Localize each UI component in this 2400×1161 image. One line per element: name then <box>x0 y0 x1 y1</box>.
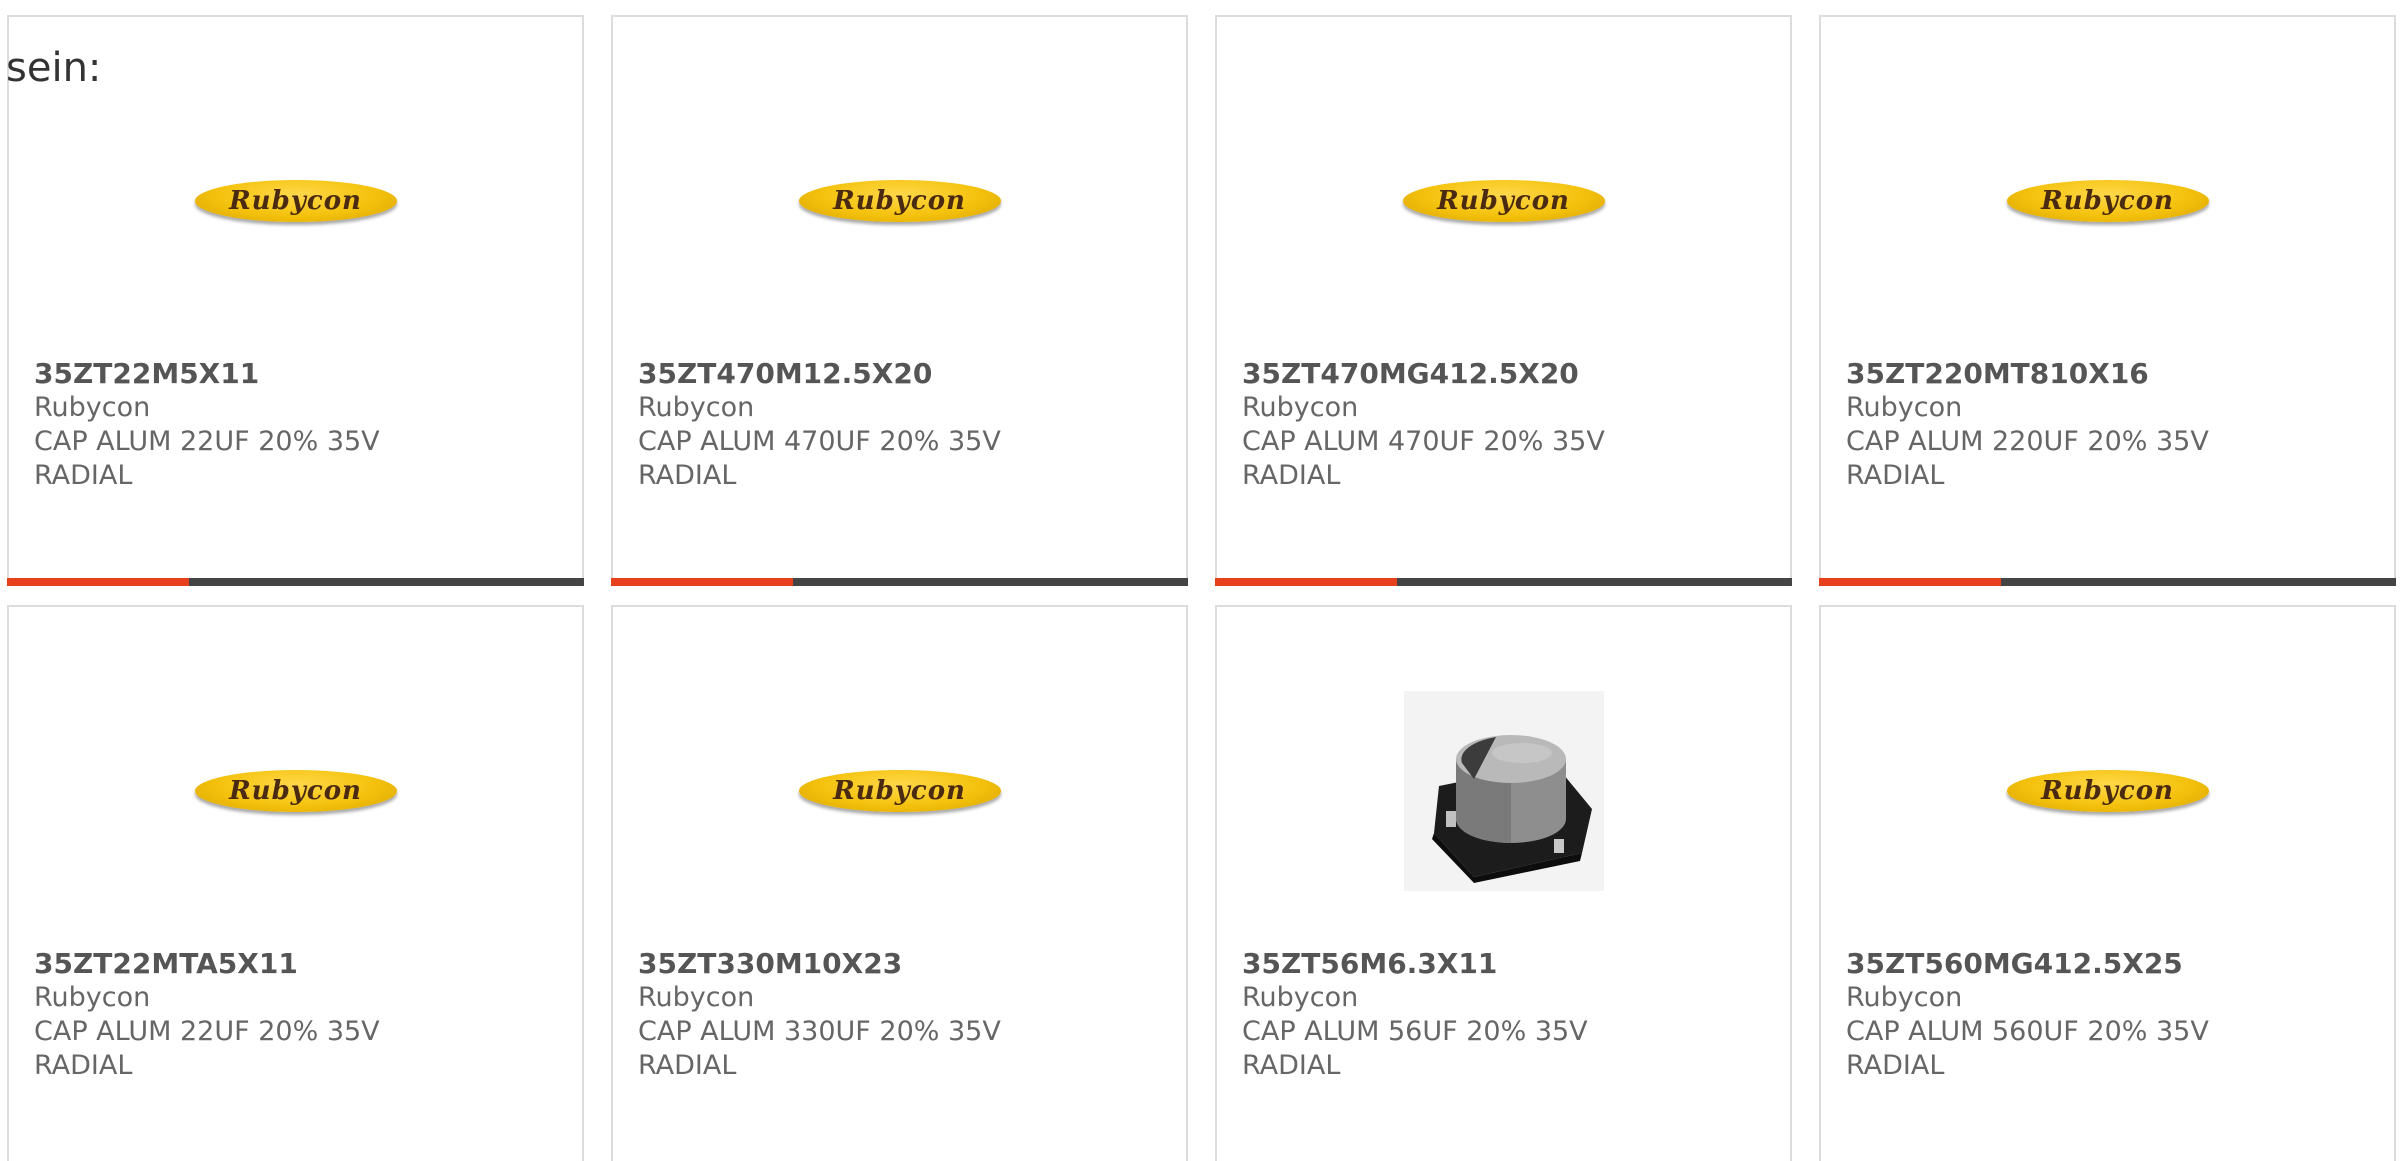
part-number-link[interactable]: 35ZT470M12.5X20 <box>638 357 932 391</box>
card-bottom-bar <box>1215 578 1792 586</box>
part-number-link[interactable]: 35ZT220MT810X16 <box>1846 357 2149 391</box>
rubycon-logo: Rubycon <box>194 180 397 222</box>
product-image[interactable]: Rubycon <box>1821 655 2394 927</box>
description-line-2: RADIAL <box>1242 460 1341 491</box>
product-card[interactable]: Rubycon 35ZT22M5X11 Rubycon CAP ALUM 22U… <box>7 15 584 586</box>
part-number-link[interactable]: 35ZT330M10X23 <box>638 947 902 981</box>
description-line-1: CAP ALUM 22UF 20% 35V <box>34 426 380 457</box>
intro-text: sein: <box>6 45 102 91</box>
product-card[interactable]: Rubycon 35ZT220MT810X16 Rubycon CAP ALUM… <box>1819 15 2396 586</box>
description-line-2: RADIAL <box>34 1050 133 1081</box>
product-card[interactable]: 35ZT56M6.3X11 Rubycon CAP ALUM 56UF 20% … <box>1215 605 1792 1161</box>
description-line-1: CAP ALUM 470UF 20% 35V <box>1242 426 1605 457</box>
description-line-1: CAP ALUM 330UF 20% 35V <box>638 1016 1001 1047</box>
product-image[interactable]: Rubycon <box>1217 65 1790 337</box>
product-card[interactable]: Rubycon 35ZT470MG412.5X20 Rubycon CAP AL… <box>1215 15 1792 586</box>
product-card[interactable]: Rubycon 35ZT22MTA5X11 Rubycon CAP ALUM 2… <box>7 605 584 1161</box>
rubycon-logo: Rubycon <box>1402 180 1605 222</box>
manufacturer: Rubycon <box>1242 392 1359 423</box>
product-image[interactable]: Rubycon <box>613 65 1186 337</box>
description-line-1: CAP ALUM 56UF 20% 35V <box>1242 1016 1588 1047</box>
description-line-2: RADIAL <box>34 460 133 491</box>
part-number-link[interactable]: 35ZT22MTA5X11 <box>34 947 298 981</box>
product-card[interactable]: Rubycon 35ZT470M12.5X20 Rubycon CAP ALUM… <box>611 15 1188 586</box>
description-line-2: RADIAL <box>638 1050 737 1081</box>
card-bar-accent <box>7 578 189 586</box>
rubycon-logo: Rubycon <box>194 770 397 812</box>
description-line-1: CAP ALUM 22UF 20% 35V <box>34 1016 380 1047</box>
capacitor-photo <box>1403 691 1604 891</box>
description-line-2: RADIAL <box>638 460 737 491</box>
card-bar-accent <box>1819 578 2001 586</box>
manufacturer: Rubycon <box>1242 982 1359 1013</box>
manufacturer: Rubycon <box>34 392 151 423</box>
capacitor-icon <box>1403 691 1604 891</box>
part-number-link[interactable]: 35ZT560MG412.5X25 <box>1846 947 2183 981</box>
description-line-1: CAP ALUM 220UF 20% 35V <box>1846 426 2209 457</box>
card-bar-accent <box>1215 578 1397 586</box>
card-bar-accent <box>611 578 793 586</box>
rubycon-logo: Rubycon <box>798 770 1001 812</box>
description-line-1: CAP ALUM 470UF 20% 35V <box>638 426 1001 457</box>
manufacturer: Rubycon <box>1846 392 1963 423</box>
product-card[interactable]: Rubycon 35ZT330M10X23 Rubycon CAP ALUM 3… <box>611 605 1188 1161</box>
part-number-link[interactable]: 35ZT22M5X11 <box>34 357 259 391</box>
rubycon-logo: Rubycon <box>2006 180 2209 222</box>
product-image[interactable]: Rubycon <box>9 655 582 927</box>
product-image[interactable]: Rubycon <box>1821 65 2394 337</box>
product-image[interactable]: Rubycon <box>613 655 1186 927</box>
product-grid-page: sein: Rubycon 35ZT22M5X11 Rubycon CAP AL… <box>0 0 2400 1161</box>
card-bottom-bar <box>611 578 1188 586</box>
description-line-2: RADIAL <box>1242 1050 1341 1081</box>
card-bottom-bar <box>7 578 584 586</box>
product-image[interactable]: Rubycon <box>9 65 582 337</box>
part-number-link[interactable]: 35ZT470MG412.5X20 <box>1242 357 1579 391</box>
description-line-2: RADIAL <box>1846 460 1945 491</box>
product-card[interactable]: Rubycon 35ZT560MG412.5X25 Rubycon CAP AL… <box>1819 605 2396 1161</box>
description-line-1: CAP ALUM 560UF 20% 35V <box>1846 1016 2209 1047</box>
manufacturer: Rubycon <box>638 982 755 1013</box>
part-number-link[interactable]: 35ZT56M6.3X11 <box>1242 947 1497 981</box>
description-line-2: RADIAL <box>1846 1050 1945 1081</box>
rubycon-logo: Rubycon <box>798 180 1001 222</box>
manufacturer: Rubycon <box>34 982 151 1013</box>
rubycon-logo: Rubycon <box>2006 770 2209 812</box>
product-image[interactable] <box>1217 655 1790 927</box>
manufacturer: Rubycon <box>638 392 755 423</box>
manufacturer: Rubycon <box>1846 982 1963 1013</box>
card-bottom-bar <box>1819 578 2396 586</box>
